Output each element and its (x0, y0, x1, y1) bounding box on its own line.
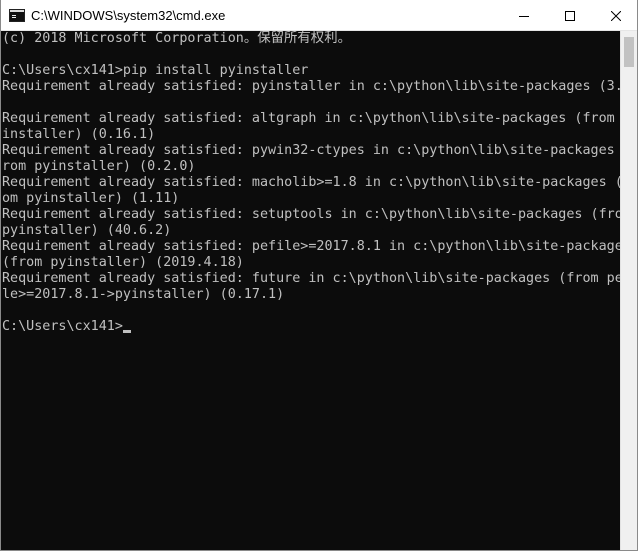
console-line: Requirement already satisfied: pywin32-c… (2, 143, 621, 158)
prompt-text: C:\Users\cx141> (2, 319, 123, 334)
console-line: Requirement already satisfied: future in… (2, 271, 621, 286)
console-line: Requirement already satisfied: pyinstall… (2, 79, 621, 94)
close-icon (611, 10, 621, 21)
console-line: rom pyinstaller) (0.2.0) (2, 159, 196, 174)
console-line: (c) 2018 Microsoft Corporation。保留所有权利。 (2, 31, 351, 46)
minimize-icon (519, 15, 529, 17)
console-line: installer) (0.16.1) (2, 127, 156, 142)
vertical-scrollbar[interactable] (620, 31, 637, 550)
console-line: C:\Users\cx141>pip install pyinstaller (2, 63, 309, 78)
console-line: Requirement already satisfied: altgraph … (2, 111, 621, 126)
title-bar[interactable]: C:\WINDOWS\system32\cmd.exe (1, 0, 637, 31)
scrollbar-thumb[interactable] (624, 37, 634, 67)
maximize-icon (565, 10, 575, 21)
text-cursor (122, 330, 131, 333)
minimize-button[interactable] (501, 0, 547, 31)
console-line: om pyinstaller) (1.11) (2, 191, 180, 206)
window-controls (501, 0, 637, 31)
console-line: le>=2017.8.1->pyinstaller) (0.17.1) (2, 287, 285, 302)
prompt-line[interactable]: C:\Users\cx141> (2, 319, 621, 335)
console-line: pyinstaller) (40.6.2) (2, 223, 172, 238)
console-line: Requirement already satisfied: pefile>=2… (2, 239, 621, 254)
cmd-window: C:\WINDOWS\system32\cmd.exe (c) 2018 Mic… (0, 0, 638, 551)
close-button[interactable] (593, 0, 637, 31)
cmd-icon[interactable] (9, 8, 25, 22)
console-line: (from pyinstaller) (2019.4.18) (2, 255, 244, 270)
window-title: C:\WINDOWS\system32\cmd.exe (31, 7, 226, 23)
maximize-button[interactable] (547, 0, 593, 31)
console-line: Requirement already satisfied: setuptool… (2, 207, 621, 222)
console-output[interactable]: (c) 2018 Microsoft Corporation。保留所有权利。 C… (1, 31, 621, 550)
console-line: Requirement already satisfied: macholib>… (2, 175, 621, 190)
